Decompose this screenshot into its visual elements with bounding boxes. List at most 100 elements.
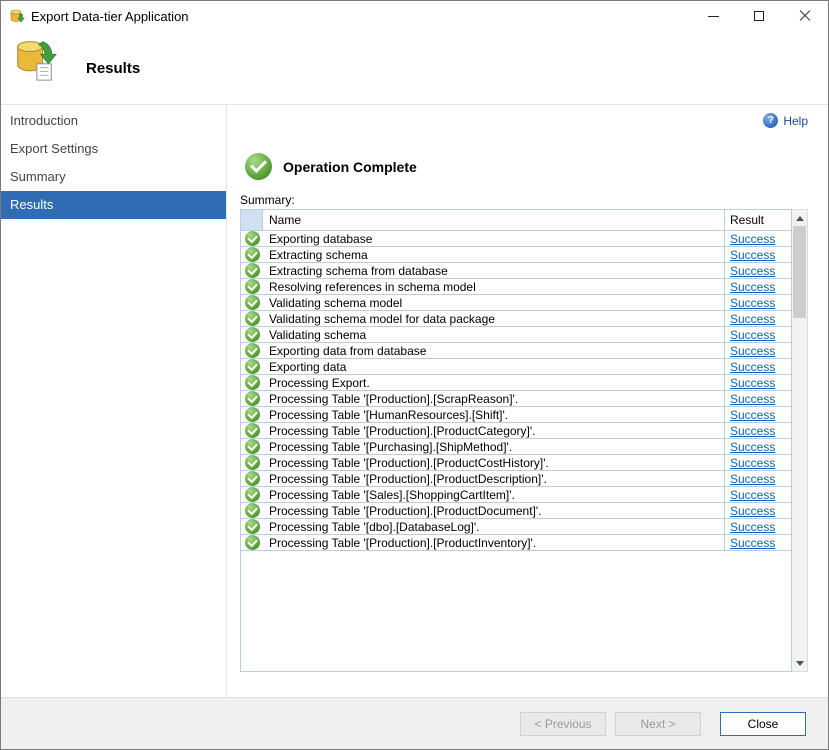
next-button[interactable]: Next > xyxy=(615,712,701,736)
row-result-link[interactable]: Success xyxy=(730,264,775,278)
table-row[interactable]: Extracting schema from database Success xyxy=(241,263,791,279)
row-name: Processing Table '[Production].[ProductC… xyxy=(263,423,724,438)
table-row[interactable]: Validating schema model Success xyxy=(241,295,791,311)
app-icon xyxy=(9,8,25,24)
row-name: Extracting schema xyxy=(263,247,724,262)
sidebar-item-introduction[interactable]: Introduction xyxy=(1,107,226,135)
window-controls xyxy=(690,1,828,31)
success-check-icon xyxy=(245,503,260,518)
success-check-icon xyxy=(245,535,260,550)
row-result-link[interactable]: Success xyxy=(730,360,775,374)
row-name: Exporting data xyxy=(263,359,724,374)
success-check-icon xyxy=(245,279,260,294)
success-check-icon xyxy=(245,327,260,342)
previous-button[interactable]: < Previous xyxy=(520,712,606,736)
success-check-icon xyxy=(245,471,260,486)
scroll-up-button[interactable] xyxy=(792,210,807,226)
success-check-icon xyxy=(245,439,260,454)
sidebar-item-results[interactable]: Results xyxy=(1,191,226,219)
success-check-icon xyxy=(245,487,260,502)
close-window-button[interactable] xyxy=(782,1,828,31)
results-page: ? Help Operation Complete Summary: Name … xyxy=(227,105,828,697)
table-row[interactable]: Extracting schema Success xyxy=(241,247,791,263)
row-name: Processing Table '[Production].[ProductD… xyxy=(263,503,724,518)
table-row[interactable]: Validating schema model for data package… xyxy=(241,311,791,327)
maximize-button[interactable] xyxy=(736,1,782,31)
scrollbar-thumb[interactable] xyxy=(793,226,806,318)
row-result-link[interactable]: Success xyxy=(730,376,775,390)
row-name: Extracting schema from database xyxy=(263,263,724,278)
row-result-link[interactable]: Success xyxy=(730,440,775,454)
row-result-link[interactable]: Success xyxy=(730,392,775,406)
row-result-link[interactable]: Success xyxy=(730,312,775,326)
row-result-link[interactable]: Success xyxy=(730,408,775,422)
table-row[interactable]: Processing Table '[Production].[ProductD… xyxy=(241,503,791,519)
success-check-icon xyxy=(245,455,260,470)
row-result-link[interactable]: Success xyxy=(730,280,775,294)
table-row[interactable]: Processing Table '[Purchasing].[ShipMeth… xyxy=(241,439,791,455)
table-row[interactable]: Processing Table '[Production].[ProductC… xyxy=(241,423,791,439)
row-result-link[interactable]: Success xyxy=(730,248,775,262)
row-name: Validating schema model xyxy=(263,295,724,310)
row-name: Processing Table '[Production].[ScrapRea… xyxy=(263,391,724,406)
success-check-icon xyxy=(245,311,260,326)
row-result-link[interactable]: Success xyxy=(730,328,775,342)
row-result-link[interactable]: Success xyxy=(730,296,775,310)
table-row[interactable]: Validating schema Success xyxy=(241,327,791,343)
row-result-link[interactable]: Success xyxy=(730,424,775,438)
success-check-icon xyxy=(245,391,260,406)
help-link[interactable]: ? Help xyxy=(763,113,808,128)
table-scrollbar[interactable] xyxy=(792,209,808,672)
row-result-link[interactable]: Success xyxy=(730,520,775,534)
table-row[interactable]: Processing Table '[HumanResources].[Shif… xyxy=(241,407,791,423)
row-name: Processing Table '[Production].[ProductI… xyxy=(263,535,724,550)
row-result-link[interactable]: Success xyxy=(730,456,775,470)
row-result-link[interactable]: Success xyxy=(730,536,775,550)
table-row[interactable]: Resolving references in schema model Suc… xyxy=(241,279,791,295)
table-row[interactable]: Processing Table '[Production].[ProductD… xyxy=(241,471,791,487)
sidebar-item-summary[interactable]: Summary xyxy=(1,163,226,191)
close-button[interactable]: Close xyxy=(720,712,806,736)
wizard-steps-sidebar: Introduction Export Settings Summary Res… xyxy=(1,105,227,697)
success-check-icon xyxy=(245,231,260,246)
table-row[interactable]: Exporting data from database Success xyxy=(241,343,791,359)
operation-complete-title: Operation Complete xyxy=(283,159,417,175)
success-check-icon xyxy=(245,295,260,310)
column-header-name[interactable]: Name xyxy=(263,210,724,230)
row-name: Exporting data from database xyxy=(263,343,724,358)
minimize-button[interactable] xyxy=(690,1,736,31)
row-result-link[interactable]: Success xyxy=(730,488,775,502)
help-icon: ? xyxy=(763,113,778,128)
wizard-header: Results xyxy=(1,31,828,105)
table-row[interactable]: Processing Table '[Production].[ProductI… xyxy=(241,535,791,551)
row-name: Processing Table '[Production].[ProductD… xyxy=(263,471,724,486)
row-result-link[interactable]: Success xyxy=(730,472,775,486)
table-row[interactable]: Processing Export. Success xyxy=(241,375,791,391)
row-result-link[interactable]: Success xyxy=(730,504,775,518)
table-row[interactable]: Processing Table '[Sales].[ShoppingCartI… xyxy=(241,487,791,503)
table-row[interactable]: Exporting database Success xyxy=(241,231,791,247)
row-name: Resolving references in schema model xyxy=(263,279,724,294)
row-name: Validating schema model for data package xyxy=(263,311,724,326)
table-row[interactable]: Processing Table '[Production].[ScrapRea… xyxy=(241,391,791,407)
window-title: Export Data-tier Application xyxy=(31,9,189,24)
row-name: Validating schema xyxy=(263,327,724,342)
scroll-down-button[interactable] xyxy=(792,655,807,671)
sidebar-item-export-settings[interactable]: Export Settings xyxy=(1,135,226,163)
success-check-icon xyxy=(245,343,260,358)
success-check-icon xyxy=(245,375,260,390)
column-header-result[interactable]: Result xyxy=(724,210,791,230)
table-row[interactable]: Exporting data Success xyxy=(241,359,791,375)
scroll-down-icon xyxy=(796,661,804,666)
row-name: Processing Table '[Production].[ProductC… xyxy=(263,455,724,470)
row-result-link[interactable]: Success xyxy=(730,344,775,358)
page-title: Results xyxy=(86,60,140,77)
results-table-body: Exporting database Success Extracting sc… xyxy=(241,231,791,551)
row-result-link[interactable]: Success xyxy=(730,232,775,246)
scrollbar-track[interactable] xyxy=(792,226,807,655)
minimize-icon xyxy=(708,16,719,17)
table-row[interactable]: Processing Table '[Production].[ProductC… xyxy=(241,455,791,471)
main-area: Introduction Export Settings Summary Res… xyxy=(1,105,828,697)
table-row[interactable]: Processing Table '[dbo].[DatabaseLog]'. … xyxy=(241,519,791,535)
export-dacpac-wizard-window: Export Data-tier Application Results Int… xyxy=(0,0,829,750)
